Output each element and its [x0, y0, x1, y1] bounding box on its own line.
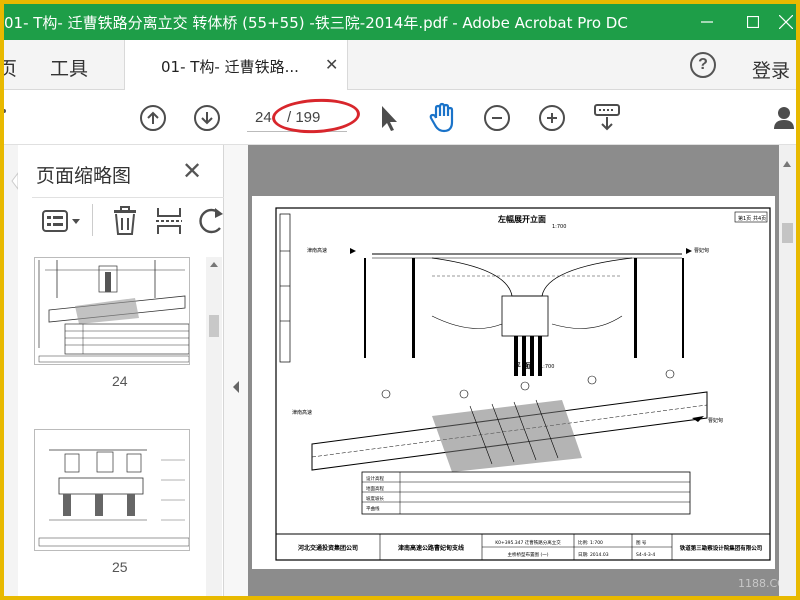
minimize-icon[interactable]: [684, 4, 730, 40]
login-button[interactable]: 登录: [752, 56, 790, 83]
delete-page-icon[interactable]: [112, 206, 138, 241]
rotate-page-icon[interactable]: [198, 206, 224, 241]
page-current-input[interactable]: 24: [255, 109, 272, 126]
highlight-annotation: [271, 96, 361, 136]
thumbnail-options-icon[interactable]: [42, 208, 86, 239]
row-label-1: 地面高程: [366, 485, 384, 492]
drawing-name: K0+395.347 迁曹铁路分离立交: [495, 539, 561, 546]
zoom-in-icon[interactable]: [539, 105, 565, 131]
label-left-plan: 津南高速: [292, 409, 312, 416]
tab-bar: 页 工具 01- T构- 迁曹铁路... ✕ ? 登录: [4, 40, 796, 90]
app-window: 01- T构- 迁曹铁路分离立交 转体桥 (55+55) -铁三院-2014年.…: [4, 4, 796, 596]
help-icon[interactable]: ?: [690, 52, 716, 78]
thumbnail-list: 24 25: [18, 257, 224, 596]
row-label-2: 坡度坡长: [366, 495, 384, 502]
panel-title: 页面缩略图: [36, 165, 132, 187]
navigation-pane-strip: [4, 145, 19, 596]
thumbnail-page-24[interactable]: [34, 257, 190, 365]
tab-home[interactable]: 页: [4, 54, 17, 81]
share-user-icon[interactable]: [774, 105, 796, 136]
maximize-icon[interactable]: [730, 4, 776, 40]
document-scrollbar[interactable]: [779, 145, 796, 596]
plan-scale: 1:700: [540, 364, 554, 370]
drawing-title: 左幅展开立面: [497, 214, 546, 224]
label-right-plan: 曹妃甸: [708, 417, 723, 424]
next-page-icon[interactable]: [194, 105, 220, 131]
scale-label: 比例: 1:700: [578, 539, 603, 546]
row-label-0: 设计高程: [366, 475, 384, 482]
toolbar-divider: [92, 204, 93, 236]
toolbar: 24 / 199: [4, 91, 796, 145]
thumbnail-page-25[interactable]: [34, 429, 190, 551]
document-tab-label: 01- T构- 迁曹铁路...: [161, 58, 299, 76]
extract-page-icon[interactable]: [156, 206, 182, 241]
panel-close-icon[interactable]: ✕: [182, 157, 202, 186]
document-view: 左幅展开立面 1:700 第1页 共4页 津南高速 曹妃甸 平 面 1:700 …: [248, 145, 796, 596]
tab-close-icon[interactable]: ✕: [325, 55, 338, 75]
hand-tool-icon[interactable]: [428, 102, 458, 139]
thumbnail-label-24: 24: [112, 373, 128, 389]
select-tool-icon[interactable]: [378, 104, 400, 137]
sheet-total: 共4页: [753, 215, 766, 222]
title-bar: 01- T构- 迁曹铁路分离立交 转体桥 (55+55) -铁三院-2014年.…: [4, 4, 796, 40]
collapse-panel-strip[interactable]: [224, 145, 248, 596]
thumbnail-scrollbar[interactable]: [206, 257, 222, 596]
window-title: 01- T构- 迁曹铁路分离立交 转体桥 (55+55) -铁三院-2014年.…: [4, 14, 628, 32]
engineering-drawing: 左幅展开立面 1:700 第1页 共4页 津南高速 曹妃甸 平 面 1:700 …: [252, 196, 775, 569]
tab-tools[interactable]: 工具: [50, 54, 88, 81]
drawing-subtitle: 主桥桥型布置图 (一): [508, 551, 549, 558]
label-right-top: 曹妃甸: [694, 247, 709, 254]
project-name: 津南高速公路曹妃甸支线: [398, 544, 464, 552]
designer-name: 铁道第三勘察设计院集团有限公司: [680, 544, 763, 552]
sheet-number: 第1页: [738, 215, 751, 222]
page-thumbnails-panel: 页面缩略图 ✕ 24 25: [18, 145, 224, 596]
overflow-dot: [4, 109, 6, 113]
pdf-page: 左幅展开立面 1:700 第1页 共4页 津南高速 曹妃甸 平 面 1:700 …: [252, 196, 775, 569]
scroll-mode-icon[interactable]: [593, 103, 621, 138]
tab-document[interactable]: 01- T构- 迁曹铁路... ✕: [124, 40, 348, 90]
row-label-3: 平曲线: [366, 505, 380, 512]
thumbnail-toolbar: [32, 197, 224, 243]
top-scale: 1:700: [552, 224, 566, 230]
company-name: 河北交通投资集团公司: [298, 544, 358, 552]
date-label: 日期: 2014.03: [578, 552, 609, 558]
plan-label: 平 面: [514, 362, 530, 370]
previous-page-icon[interactable]: [140, 105, 166, 131]
figure-number: S4-4-3-4: [636, 552, 655, 558]
label-left-top: 津南高速: [307, 247, 327, 254]
thumbnail-label-25: 25: [112, 559, 128, 575]
zoom-out-icon[interactable]: [484, 105, 510, 131]
close-icon[interactable]: [776, 4, 796, 40]
figure-label: 图 号: [636, 540, 647, 546]
